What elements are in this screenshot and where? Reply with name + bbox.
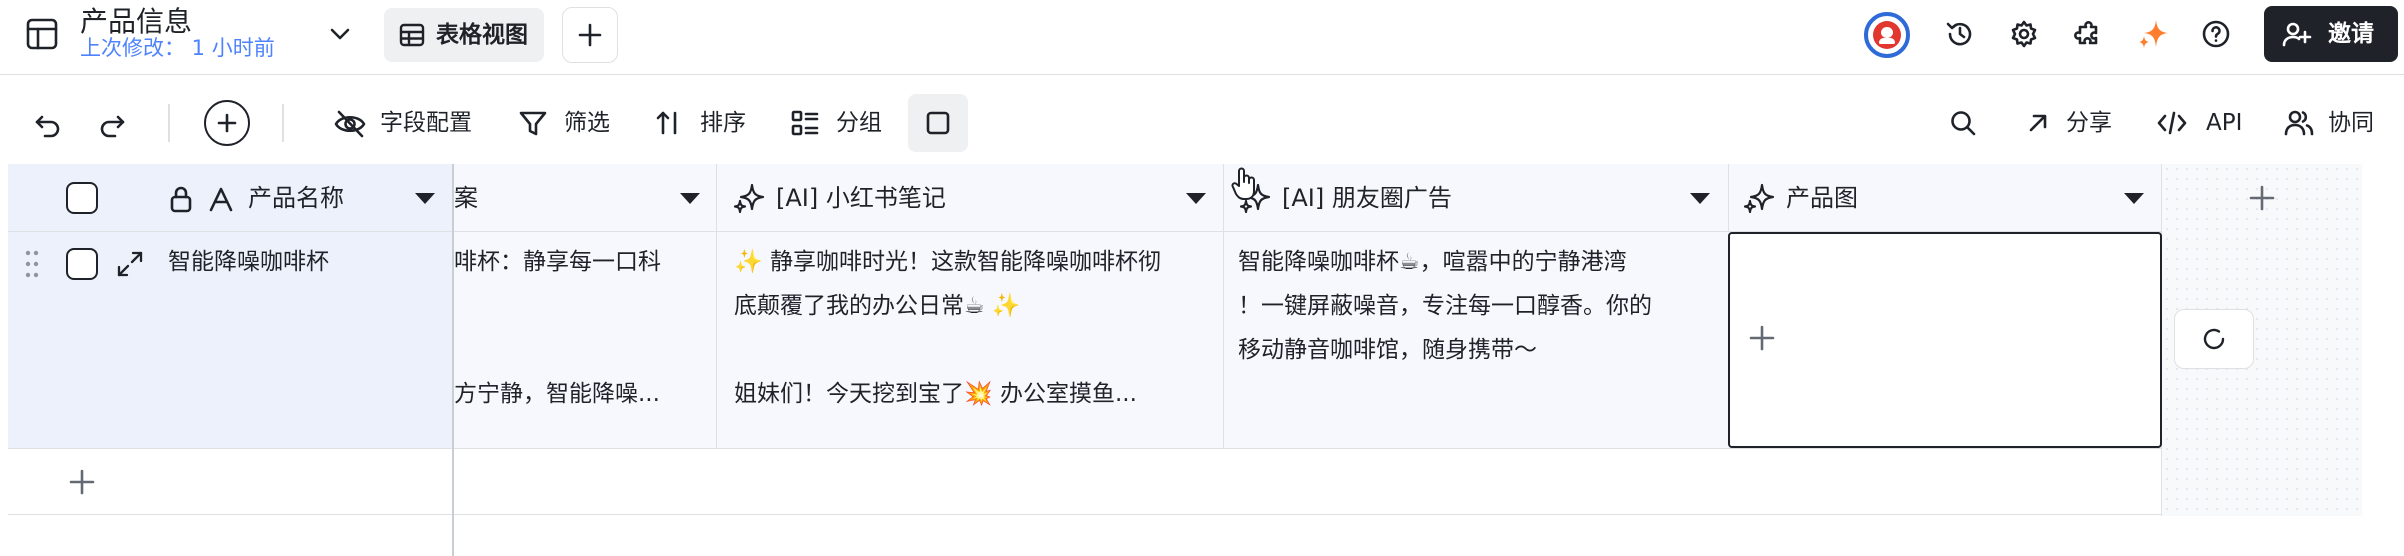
column-header-copy[interactable]: 案 <box>454 164 494 232</box>
add-view-button[interactable] <box>562 7 618 63</box>
column-header-product-name[interactable]: 产品名称 <box>248 164 344 232</box>
column-menu-caret[interactable] <box>1186 193 1206 204</box>
tab-grid-view-label: 表格视图 <box>436 22 528 48</box>
code-icon[interactable] <box>2154 106 2190 140</box>
column-menu-caret[interactable] <box>415 193 435 204</box>
group-button[interactable]: 分组 <box>836 100 882 146</box>
sort-icon[interactable] <box>650 104 688 142</box>
add-user-icon <box>2280 18 2312 50</box>
undo-icon[interactable] <box>30 106 66 142</box>
row-height-button[interactable] <box>908 94 968 152</box>
add-record-button[interactable] <box>204 100 250 146</box>
column-menu-caret[interactable] <box>680 193 700 204</box>
column-header-moments[interactable]: [AI] 朋友圈广告 <box>1282 164 1452 232</box>
xhs-line: 姐妹们！今天挖到宝了💥 办公室摸鱼... <box>734 381 1137 407</box>
add-column-button[interactable] <box>2244 180 2280 216</box>
add-row-button[interactable] <box>64 464 100 500</box>
api-button[interactable]: API <box>2206 100 2242 146</box>
product-image-cell[interactable] <box>1728 232 2162 448</box>
text-field-icon <box>206 183 236 215</box>
sort-button[interactable]: 排序 <box>700 100 746 146</box>
ai-sparkle-icon <box>732 180 768 216</box>
filter-button[interactable]: 筛选 <box>564 100 610 146</box>
regenerate-button[interactable] <box>2174 309 2254 369</box>
toolbar-divider <box>168 104 170 142</box>
help-icon[interactable] <box>2198 16 2234 52</box>
row-checkbox[interactable] <box>66 248 98 280</box>
column-divider <box>1728 164 1729 232</box>
chevron-down-icon[interactable] <box>324 20 356 48</box>
copy-line: 方宁静，智能降噪... <box>454 381 660 407</box>
ai-sparkle-icon[interactable] <box>2134 14 2174 54</box>
lock-icon <box>166 183 196 215</box>
share-button[interactable]: 分享 <box>2066 100 2112 146</box>
moments-cell[interactable]: 智能降噪咖啡杯☕，喧嚣中的宁静港湾 ！一键屏蔽噪音，专注每一口醇香。你的 移动静… <box>1238 240 1716 440</box>
share-arrow-icon[interactable] <box>2022 106 2054 140</box>
add-row-bottom-line <box>8 514 2162 515</box>
plugin-icon[interactable] <box>2070 16 2106 52</box>
history-icon[interactable] <box>1942 16 1978 52</box>
eye-off-icon[interactable] <box>330 104 370 144</box>
gear-icon[interactable] <box>2006 16 2042 52</box>
search-icon[interactable] <box>1944 104 1982 142</box>
ai-sparkle-icon <box>1742 180 1778 216</box>
table-icon <box>398 21 426 49</box>
column-menu-caret[interactable] <box>1690 193 1710 204</box>
tab-grid-view[interactable]: 表格视图 <box>384 8 544 62</box>
copy-line-blank <box>454 328 708 372</box>
column-menu-caret[interactable] <box>2124 193 2144 204</box>
xhs-line: 底颠覆了我的办公日常☕ ✨ <box>734 293 1021 319</box>
product-name-cell[interactable]: 智能降噪咖啡杯 <box>168 240 448 284</box>
plus-icon <box>206 102 248 144</box>
row-bottom-line <box>8 448 2162 449</box>
drag-handle-icon[interactable] <box>22 246 42 282</box>
group-icon[interactable] <box>786 104 824 142</box>
copy-line: 啡杯：静享每一口科 <box>454 249 661 275</box>
select-all-checkbox[interactable] <box>66 182 98 214</box>
xhs-line: ✨ 静享咖啡时光！这款智能降噪咖啡杯彻 <box>734 249 1161 275</box>
xiaohongshu-cell[interactable]: ✨ 静享咖啡时光！这款智能降噪咖啡杯彻 底颠覆了我的办公日常☕ ✨ 姐妹们！今天… <box>734 240 1210 440</box>
add-image-icon[interactable] <box>1744 320 1780 356</box>
field-config-button[interactable]: 字段配置 <box>380 100 472 146</box>
collab-button[interactable]: 协同 <box>2328 100 2374 146</box>
invite-label: 邀请 <box>2328 21 2374 47</box>
redo-icon[interactable] <box>94 106 130 142</box>
invite-button[interactable]: 邀请 <box>2264 6 2398 62</box>
filter-icon[interactable] <box>514 104 552 142</box>
header-divider <box>0 74 2404 75</box>
column-divider <box>1223 164 1224 448</box>
toolbar-divider <box>282 104 284 142</box>
column-header-xiaohongshu[interactable]: [AI] 小红书笔记 <box>776 164 946 232</box>
moments-line: 智能降噪咖啡杯☕，喧嚣中的宁静港湾 <box>1238 249 1627 275</box>
moments-line: ！一键屏蔽噪音，专注每一口醇香。你的 <box>1238 293 1652 319</box>
sidebar-toggle-icon[interactable] <box>22 14 62 54</box>
copy-cell[interactable]: 啡杯：静享每一口科 方宁静，智能降噪... <box>454 240 708 440</box>
avatar[interactable] <box>1864 12 1910 58</box>
product-name-text: 智能降噪咖啡杯 <box>168 249 329 275</box>
copy-line-blank <box>454 284 708 328</box>
last-modified-text: 上次修改： 1 小时前 <box>80 36 275 60</box>
moments-line: 移动静音咖啡馆，随身携带～ <box>1238 337 1537 363</box>
expand-record-icon[interactable] <box>112 246 148 282</box>
column-divider <box>716 164 717 448</box>
column-header-product-image[interactable]: 产品图 <box>1786 164 1858 232</box>
xhs-line-blank <box>734 328 1210 372</box>
hand-cursor-icon <box>1228 164 1262 204</box>
users-icon[interactable] <box>2280 104 2318 142</box>
